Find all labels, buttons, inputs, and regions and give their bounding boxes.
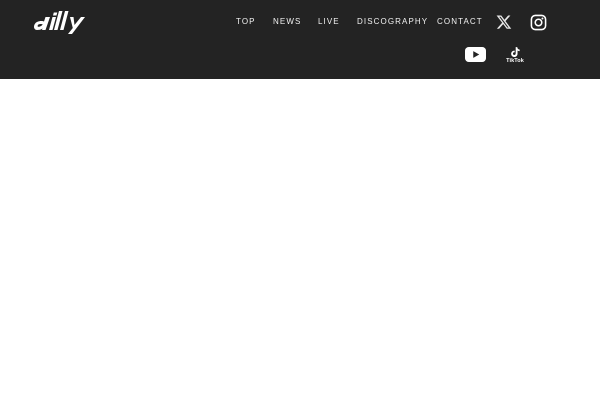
x-logo-icon bbox=[496, 15, 512, 29]
site-header: TOP NEWS LIVE DISCOGRAPHY CONTACT TikTok bbox=[0, 0, 600, 79]
x-link[interactable] bbox=[495, 13, 513, 31]
main-content bbox=[0, 79, 600, 400]
instagram-link[interactable] bbox=[529, 13, 547, 31]
nav-item-live[interactable]: LIVE bbox=[318, 14, 340, 30]
tiktok-icon bbox=[510, 46, 520, 57]
tiktok-link[interactable]: TikTok bbox=[503, 45, 527, 65]
instagram-icon bbox=[530, 14, 546, 30]
youtube-link[interactable] bbox=[464, 46, 486, 62]
nav-item-contact[interactable]: CONTACT bbox=[437, 14, 483, 30]
nav-item-news[interactable]: NEWS bbox=[273, 14, 301, 30]
nav-item-top[interactable]: TOP bbox=[236, 14, 256, 30]
youtube-icon bbox=[464, 46, 486, 62]
tiktok-label: TikTok bbox=[506, 57, 524, 64]
ailly-logo[interactable] bbox=[32, 8, 94, 38]
ailly-logo-mark bbox=[34, 11, 85, 34]
nav-item-discography[interactable]: DISCOGRAPHY bbox=[357, 14, 428, 30]
